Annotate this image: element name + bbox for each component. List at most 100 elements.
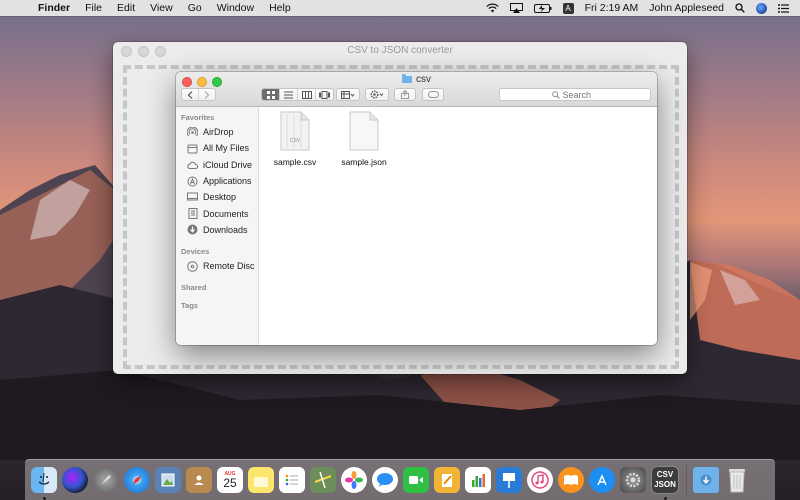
csv-to-json-converter-icon[interactable]: CSV JSON	[651, 466, 679, 500]
calendar-icon[interactable]: AUG 25	[217, 467, 243, 493]
search-icon	[551, 90, 560, 99]
finder-dock-icon[interactable]	[31, 467, 57, 500]
wifi-icon[interactable]	[485, 3, 499, 13]
system-preferences-icon[interactable]	[620, 467, 646, 493]
calendar-day: 25	[223, 475, 237, 490]
airplay-icon[interactable]	[509, 3, 523, 13]
dock: AUG 25 CSV JSON	[25, 459, 775, 500]
airdrop-icon	[187, 126, 198, 138]
sidebar-item-label: Remote Disc	[203, 261, 255, 272]
sidebar-item-label: iCloud Drive	[203, 159, 253, 170]
sidebar-item-documents[interactable]: Documents	[176, 205, 258, 221]
pages-icon[interactable]	[434, 467, 460, 493]
action-button[interactable]	[365, 88, 389, 101]
edit-tags-button[interactable]	[422, 88, 444, 101]
app-store-icon[interactable]	[589, 467, 615, 493]
finder-content: CSV sample.csv sample.json	[259, 107, 657, 345]
column-view-button[interactable]	[298, 89, 316, 100]
sidebar-item-all-my-files[interactable]: All My Files	[176, 140, 258, 156]
finder-title-text: csv	[416, 74, 431, 85]
sidebar-header-shared: Shared	[181, 283, 207, 293]
view-mode-control	[261, 88, 334, 101]
converter-window-controls	[121, 46, 172, 57]
sidebar-item-desktop[interactable]: Desktop	[176, 189, 258, 205]
notes-icon[interactable]	[248, 467, 274, 493]
cloud-icon	[187, 159, 198, 170]
safari-icon[interactable]	[124, 467, 150, 493]
sidebar-item-downloads[interactable]: Downloads	[176, 222, 258, 238]
messages-icon[interactable]	[372, 467, 398, 493]
dock-separator	[686, 465, 687, 495]
list-icon	[284, 91, 293, 98]
downloads-stack-icon[interactable]	[693, 467, 719, 493]
siri-icon[interactable]	[756, 2, 767, 14]
icon-view-button[interactable]	[262, 89, 280, 100]
menu-go[interactable]: Go	[188, 2, 202, 14]
icon-grid-icon	[266, 90, 275, 99]
converter-zoom-button[interactable]	[155, 46, 166, 57]
sidebar-item-label: Documents	[203, 208, 249, 219]
converter-close-button[interactable]	[121, 46, 132, 57]
sidebar-item-applications[interactable]: Applications	[176, 173, 258, 189]
trash-icon[interactable]	[724, 467, 750, 493]
photo-preview-icon[interactable]	[155, 467, 181, 493]
itunes-icon[interactable]	[527, 467, 553, 493]
menu-edit[interactable]: Edit	[117, 2, 135, 14]
chevron-left-icon	[187, 90, 193, 99]
menu-help[interactable]: Help	[269, 2, 291, 14]
back-button[interactable]	[182, 89, 199, 100]
forward-button[interactable]	[199, 89, 215, 100]
csv-document-icon: CSV	[280, 111, 310, 151]
facetime-icon[interactable]	[403, 467, 429, 493]
gear-icon	[370, 90, 384, 99]
converter-icon-bottom-label: JSON	[654, 480, 676, 489]
photos-icon[interactable]	[341, 467, 367, 493]
arrange-button[interactable]	[336, 88, 360, 101]
document-icon	[349, 111, 379, 151]
menu-file[interactable]: File	[85, 2, 102, 14]
share-button[interactable]	[394, 88, 416, 101]
menu-app-name[interactable]: Finder	[38, 2, 70, 14]
input-source[interactable]: A	[562, 2, 574, 14]
keynote-icon[interactable]	[496, 467, 522, 493]
folder-icon	[402, 74, 412, 83]
desktop-icon	[187, 192, 198, 203]
sidebar-item-remote-disc[interactable]: Remote Disc	[176, 258, 258, 274]
ibooks-icon[interactable]	[558, 467, 584, 493]
sidebar-item-label: Downloads	[203, 224, 248, 235]
sidebar-item-icloud-drive[interactable]: iCloud Drive	[176, 157, 258, 173]
converter-titlebar[interactable]: CSV to JSON converter	[113, 42, 687, 59]
reminders-icon[interactable]	[279, 467, 305, 493]
converter-icon-top-label: CSV	[656, 470, 674, 479]
file-name: sample.csv	[273, 157, 317, 167]
input-source-label: A	[562, 2, 574, 14]
contacts-icon[interactable]	[186, 467, 212, 493]
search-input[interactable]	[562, 89, 599, 100]
documents-icon	[187, 208, 198, 220]
menu-view[interactable]: View	[150, 2, 173, 14]
cover-flow-icon	[319, 90, 330, 99]
file-item[interactable]: CSV sample.csv	[260, 111, 330, 167]
chevron-right-icon	[204, 90, 210, 99]
csv-badge: CSV	[290, 138, 301, 144]
converter-minimize-button[interactable]	[138, 46, 149, 57]
numbers-icon[interactable]	[465, 467, 491, 493]
spotlight-icon[interactable]	[735, 3, 745, 13]
menu-clock[interactable]: Fri 2:19 AM	[585, 2, 639, 14]
search-field[interactable]	[499, 88, 651, 101]
siri-dock-icon[interactable]	[62, 467, 88, 493]
file-item[interactable]: sample.json	[329, 111, 399, 167]
arrange-grid-icon	[341, 90, 355, 99]
menu-user[interactable]: John Appleseed	[649, 2, 724, 14]
finder-sidebar: Favorites AirDrop All My Files iCloud Dr…	[176, 107, 259, 345]
notification-center-icon[interactable]	[778, 3, 789, 13]
menu-window[interactable]: Window	[217, 2, 254, 14]
launchpad-icon[interactable]	[93, 467, 119, 493]
applications-icon	[187, 176, 198, 187]
sidebar-item-airdrop[interactable]: AirDrop	[176, 124, 258, 140]
battery-icon[interactable]	[533, 3, 552, 13]
maps-icon[interactable]	[310, 467, 336, 493]
sidebar-header-favorites: Favorites	[181, 113, 215, 122]
cover-flow-button[interactable]	[316, 89, 333, 100]
list-view-button[interactable]	[280, 89, 298, 100]
